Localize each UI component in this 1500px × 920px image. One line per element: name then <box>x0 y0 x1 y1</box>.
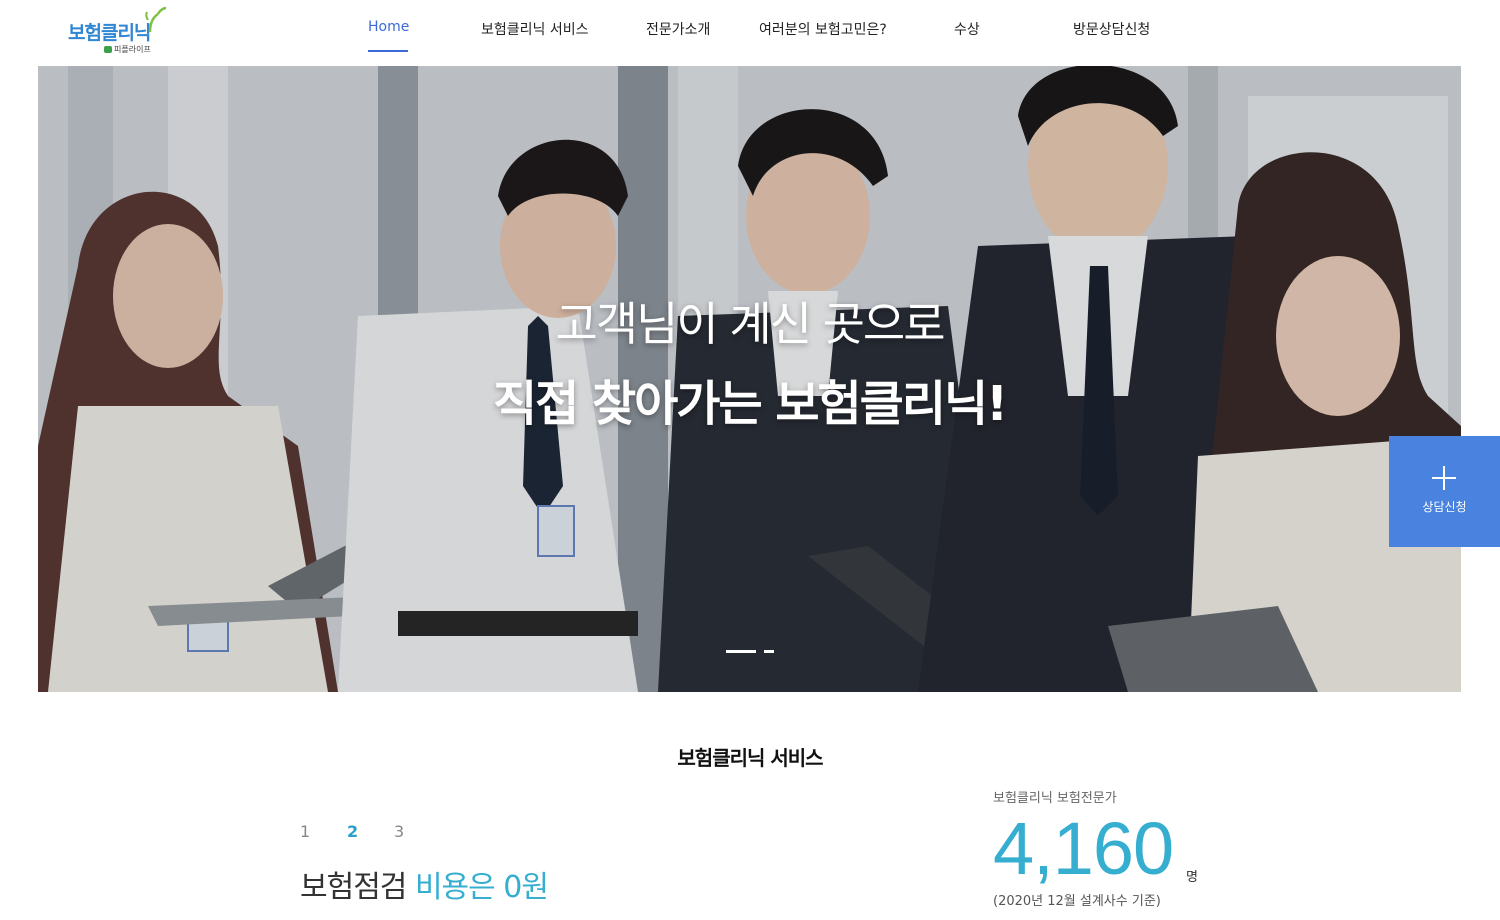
nav-visit-consult[interactable]: 방문상담신청 <box>1073 19 1150 39</box>
section-title: 보험클리닉 서비스 <box>677 746 823 770</box>
slide-dot-2[interactable] <box>764 650 774 653</box>
step-tab-2[interactable]: 2 <box>347 822 358 841</box>
logo-text: 보험클리닉 <box>68 22 151 44</box>
site-header: 보험클리닉 피플라이프 Home 보험클리닉 서비스 전문가소개 여러분의 보험… <box>0 0 1500 66</box>
expert-count-value: 4,160 <box>993 807 1174 890</box>
hero-banner: 고객님이 계신 곳으로 직접 찾아가는 보험클리닉! <box>38 66 1461 692</box>
people-icon <box>104 46 112 53</box>
hero-headline-line1: 고객님이 계신 곳으로 <box>555 297 945 351</box>
expert-count-label: 보험클리닉 보험전문가 <box>993 791 1117 806</box>
expert-count-note: (2020년 12월 설계사수 기준) <box>993 894 1161 909</box>
service-feature-headline: 보험점검 비용은 0원 <box>300 862 549 906</box>
nav-service[interactable]: 보험클리닉 서비스 <box>481 19 589 39</box>
site-logo[interactable]: 보험클리닉 피플라이프 <box>68 6 168 58</box>
slide-dot-1[interactable] <box>726 650 756 653</box>
expert-count-unit: 명 <box>1186 870 1198 885</box>
nav-active-indicator <box>368 50 408 52</box>
sprout-icon <box>145 6 167 33</box>
logo-subtext: 피플라이프 <box>104 44 151 55</box>
nav-awards[interactable]: 수상 <box>954 19 980 39</box>
step-tab-3[interactable]: 3 <box>394 822 404 841</box>
logo-sub-label: 피플라이프 <box>114 45 151 54</box>
feature-accent: 비용은 0원 <box>414 870 549 905</box>
consult-request-button[interactable]: 상담신청 <box>1389 436 1500 547</box>
plus-icon <box>1432 466 1456 490</box>
consult-label: 상담신청 <box>1422 500 1467 514</box>
nav-home[interactable]: Home <box>368 19 409 35</box>
feature-prefix: 보험점검 <box>300 870 407 905</box>
step-tab-1[interactable]: 1 <box>300 822 310 841</box>
nav-concerns[interactable]: 여러분의 보험고민은? <box>759 19 887 39</box>
nav-experts[interactable]: 전문가소개 <box>646 19 710 39</box>
hero-headline-line2: 직접 찾아가는 보험클리닉! <box>492 376 1008 432</box>
